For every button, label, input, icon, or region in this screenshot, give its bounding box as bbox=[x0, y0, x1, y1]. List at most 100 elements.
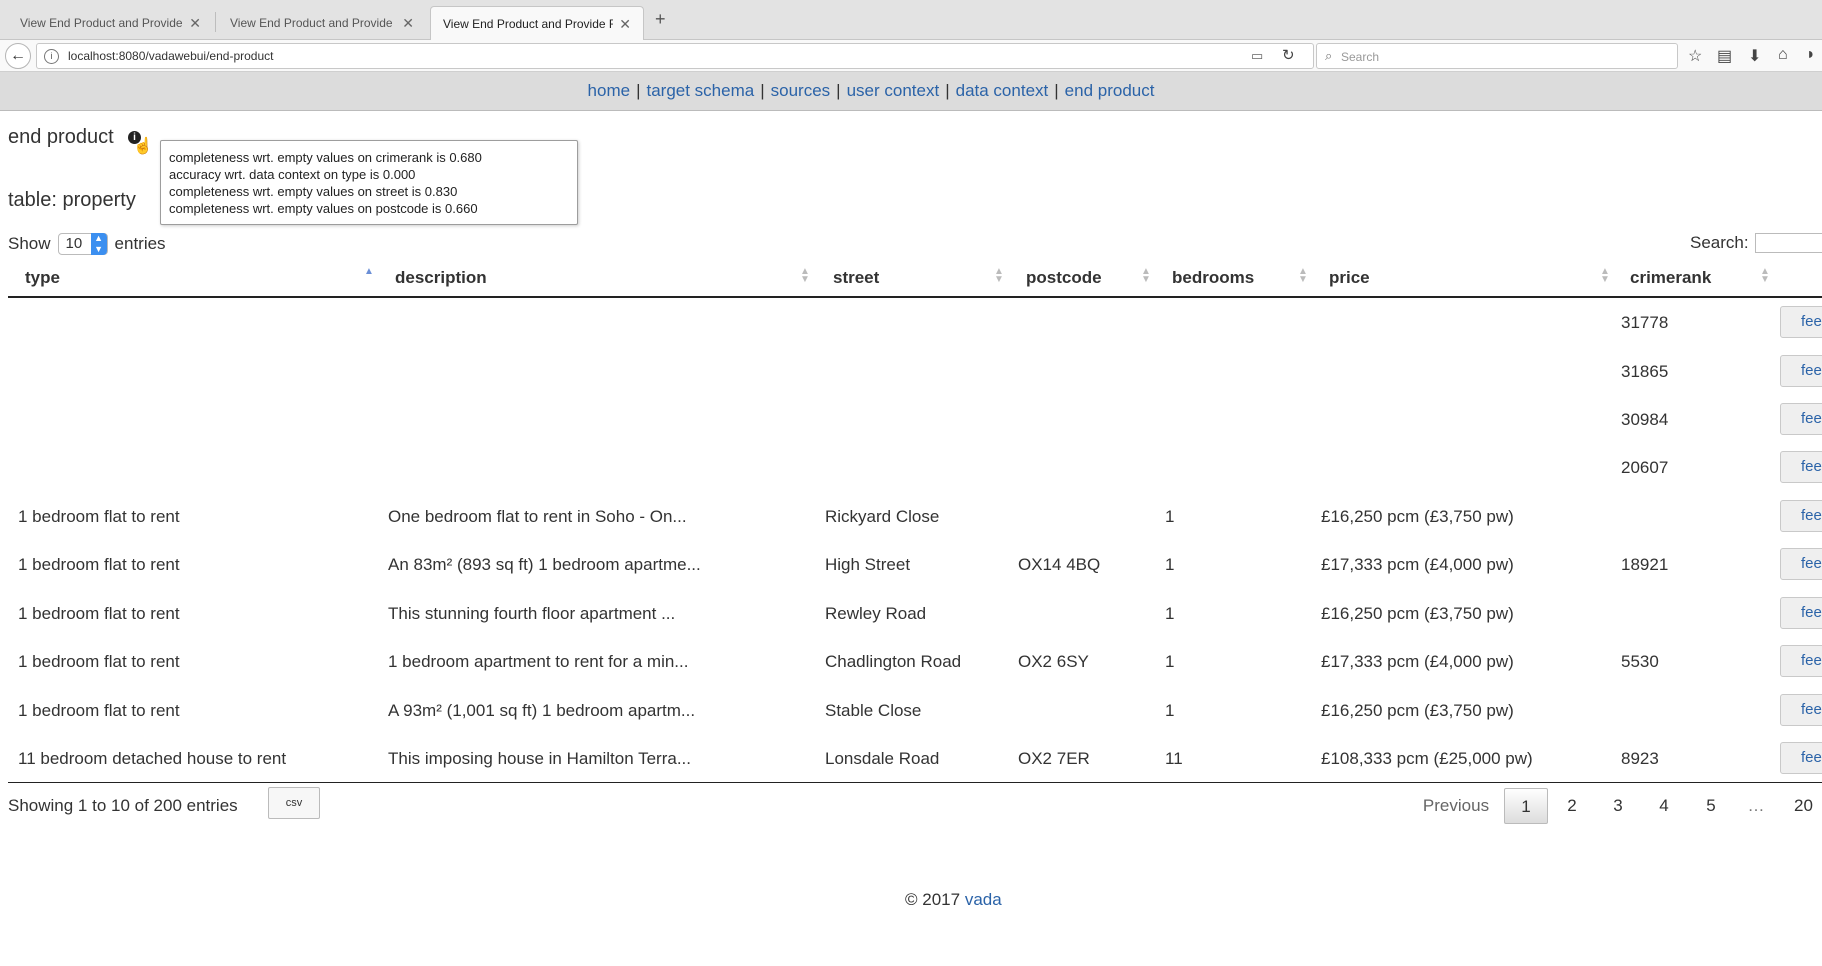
pocket-icon[interactable]: ◗ bbox=[1806, 46, 1816, 64]
search-placeholder: Search bbox=[1341, 50, 1380, 64]
nav-sources[interactable]: sources bbox=[771, 81, 831, 100]
browser-tab-3-active[interactable]: View End Product and Provide Fe ✕ bbox=[430, 6, 644, 41]
browser-nav-bar: ← i localhost:8080/vadawebui/end-product… bbox=[0, 40, 1822, 72]
cell-bedrooms: 11 bbox=[1165, 749, 1183, 768]
close-icon[interactable]: ✕ bbox=[402, 15, 414, 32]
cell-description: 1 bedroom apartment to rent for a min... bbox=[388, 652, 689, 671]
table-search-input[interactable] bbox=[1754, 233, 1822, 253]
table-row: 30984 feedback bbox=[8, 396, 1822, 444]
cell-bedrooms: 1 bbox=[1165, 507, 1175, 526]
sort-icon[interactable]: ▲ ▼ bbox=[1298, 267, 1308, 285]
feedback-button[interactable]: feedback bbox=[1780, 694, 1822, 726]
url-text: localhost:8080/vadawebui/end-product bbox=[68, 49, 274, 63]
nav-separator: | bbox=[1054, 81, 1059, 100]
sort-icon[interactable]: ▲ ▼ bbox=[800, 267, 810, 285]
search-icon: ⌕ bbox=[1325, 48, 1333, 63]
feedback-button[interactable]: feedback bbox=[1780, 306, 1822, 338]
feedback-button[interactable]: feedback bbox=[1780, 548, 1822, 580]
browser-tab-1[interactable]: View End Product and Provide Fe ✕ bbox=[8, 6, 213, 40]
pagination-page-5[interactable]: 5 bbox=[1699, 788, 1723, 824]
feedback-button[interactable]: feedback bbox=[1780, 500, 1822, 532]
entries-label: entries bbox=[114, 234, 166, 253]
cell-price: £108,333 pcm (£25,000 pw) bbox=[1321, 749, 1533, 768]
nav-data-context[interactable]: data context bbox=[956, 81, 1049, 100]
column-header-description[interactable]: description bbox=[395, 268, 487, 288]
nav-separator: | bbox=[945, 81, 950, 100]
nav-target-schema[interactable]: target schema bbox=[646, 81, 754, 100]
cell-street: Lonsdale Road bbox=[825, 749, 940, 768]
page-length-control: Show 10 ▲ ▼ entries bbox=[8, 233, 166, 255]
cell-type: 1 bedroom flat to rent bbox=[18, 652, 180, 671]
pagination-page-1-current[interactable]: 1 bbox=[1504, 788, 1548, 824]
feedback-button[interactable]: feedback bbox=[1780, 355, 1822, 387]
cell-description: An 83m² (893 sq ft) 1 bedroom apartme... bbox=[388, 555, 701, 574]
browser-search-field[interactable]: ⌕ Search bbox=[1316, 43, 1678, 69]
cell-crimerank: 5530 bbox=[1621, 652, 1659, 671]
table-row: 20607 feedback bbox=[8, 444, 1822, 492]
sort-icon[interactable]: ▲ ▼ bbox=[994, 267, 1004, 285]
pagination-ellipsis: … bbox=[1747, 796, 1765, 815]
cell-street: High Street bbox=[825, 555, 911, 574]
browser-tab-2[interactable]: View End Product and Provide Fe ✕ bbox=[218, 6, 426, 40]
pagination-page-3[interactable]: 3 bbox=[1606, 788, 1630, 824]
column-header-crimerank[interactable]: crimerank bbox=[1630, 268, 1711, 288]
cell-bedrooms: 1 bbox=[1165, 604, 1175, 623]
app-nav: home | target schema | sources | user context |… bbox=[0, 72, 1822, 111]
sort-icon[interactable]: ▲ ▼ bbox=[1760, 267, 1770, 285]
table-info: Showing 1 to 10 of 200 entries bbox=[8, 796, 238, 815]
close-icon[interactable]: ✕ bbox=[189, 15, 201, 32]
table-bottom-border bbox=[8, 782, 1822, 783]
cell-crimerank: 30984 bbox=[1621, 410, 1669, 429]
pagination-previous[interactable]: Previous bbox=[1416, 788, 1496, 824]
pagination-page-2[interactable]: 2 bbox=[1560, 788, 1584, 824]
column-header-bedrooms[interactable]: bedrooms bbox=[1172, 268, 1254, 288]
hand-cursor-icon: ☝ bbox=[133, 138, 153, 155]
entries-select[interactable]: 10 ▲ ▼ bbox=[57, 233, 108, 255]
feedback-button[interactable]: feedback bbox=[1780, 742, 1822, 774]
csv-export-button[interactable]: csv bbox=[268, 787, 320, 819]
feedback-button[interactable]: feedback bbox=[1780, 597, 1822, 629]
table-row: 1 bedroom flat to rent 1 bedroom apartme… bbox=[8, 638, 1822, 686]
column-header-price[interactable]: price bbox=[1329, 268, 1370, 288]
url-bar[interactable]: i localhost:8080/vadawebui/end-product ▭… bbox=[36, 43, 1314, 69]
cell-type: 1 bedroom flat to rent bbox=[18, 507, 180, 526]
sort-asc-icon[interactable]: ▲ bbox=[364, 267, 374, 277]
reader-view-icon[interactable]: ▭ bbox=[1251, 48, 1263, 64]
feedback-button[interactable]: feedback bbox=[1780, 403, 1822, 435]
pagination-page-4[interactable]: 4 bbox=[1652, 788, 1676, 824]
nav-user-context[interactable]: user context bbox=[847, 81, 940, 100]
cell-bedrooms: 1 bbox=[1165, 652, 1175, 671]
column-header-street[interactable]: street bbox=[833, 268, 879, 288]
reload-icon[interactable]: ↻ bbox=[1282, 46, 1295, 64]
feedback-button[interactable]: feedback bbox=[1780, 645, 1822, 677]
download-icon[interactable]: ⬇ bbox=[1748, 46, 1761, 66]
cell-postcode: OX2 6SY bbox=[1018, 652, 1089, 671]
site-info-icon[interactable]: i bbox=[44, 49, 59, 64]
table-row: 31865 feedback bbox=[8, 348, 1822, 396]
pagination-page-20[interactable]: 20 bbox=[1794, 788, 1822, 824]
home-icon[interactable]: ⌂ bbox=[1778, 46, 1788, 64]
cell-postcode: OX14 4BQ bbox=[1018, 555, 1101, 574]
feedback-button[interactable]: feedback bbox=[1780, 451, 1822, 483]
column-header-type[interactable]: type bbox=[25, 268, 60, 288]
cell-crimerank: 31865 bbox=[1621, 362, 1669, 381]
sort-icon[interactable]: ▲ ▼ bbox=[1141, 267, 1151, 285]
table-row: 1 bedroom flat to rent This stunning fou… bbox=[8, 590, 1822, 638]
entries-value: 10 bbox=[65, 235, 83, 252]
close-icon[interactable]: ✕ bbox=[619, 16, 631, 33]
footer-vada-link[interactable]: vada bbox=[965, 890, 1002, 909]
nav-home[interactable]: home bbox=[588, 81, 631, 100]
nav-end-product[interactable]: end product bbox=[1065, 81, 1155, 100]
cell-description: This stunning fourth floor apartment ... bbox=[388, 604, 676, 623]
library-icon[interactable]: ▤ bbox=[1717, 46, 1732, 66]
column-header-postcode[interactable]: postcode bbox=[1026, 268, 1102, 288]
tab-title: View End Product and Provide Fe bbox=[20, 16, 184, 30]
cell-street: Rickyard Close bbox=[825, 507, 940, 526]
back-arrow-icon[interactable]: ← bbox=[5, 43, 31, 69]
cell-price: £17,333 pcm (£4,000 pw) bbox=[1321, 555, 1514, 574]
cell-type: 1 bedroom flat to rent bbox=[18, 555, 180, 574]
bookmark-star-icon[interactable]: ☆ bbox=[1688, 46, 1702, 66]
new-tab-button[interactable]: + bbox=[655, 9, 666, 30]
nav-separator: | bbox=[636, 81, 641, 100]
sort-icon[interactable]: ▲ ▼ bbox=[1600, 267, 1610, 285]
